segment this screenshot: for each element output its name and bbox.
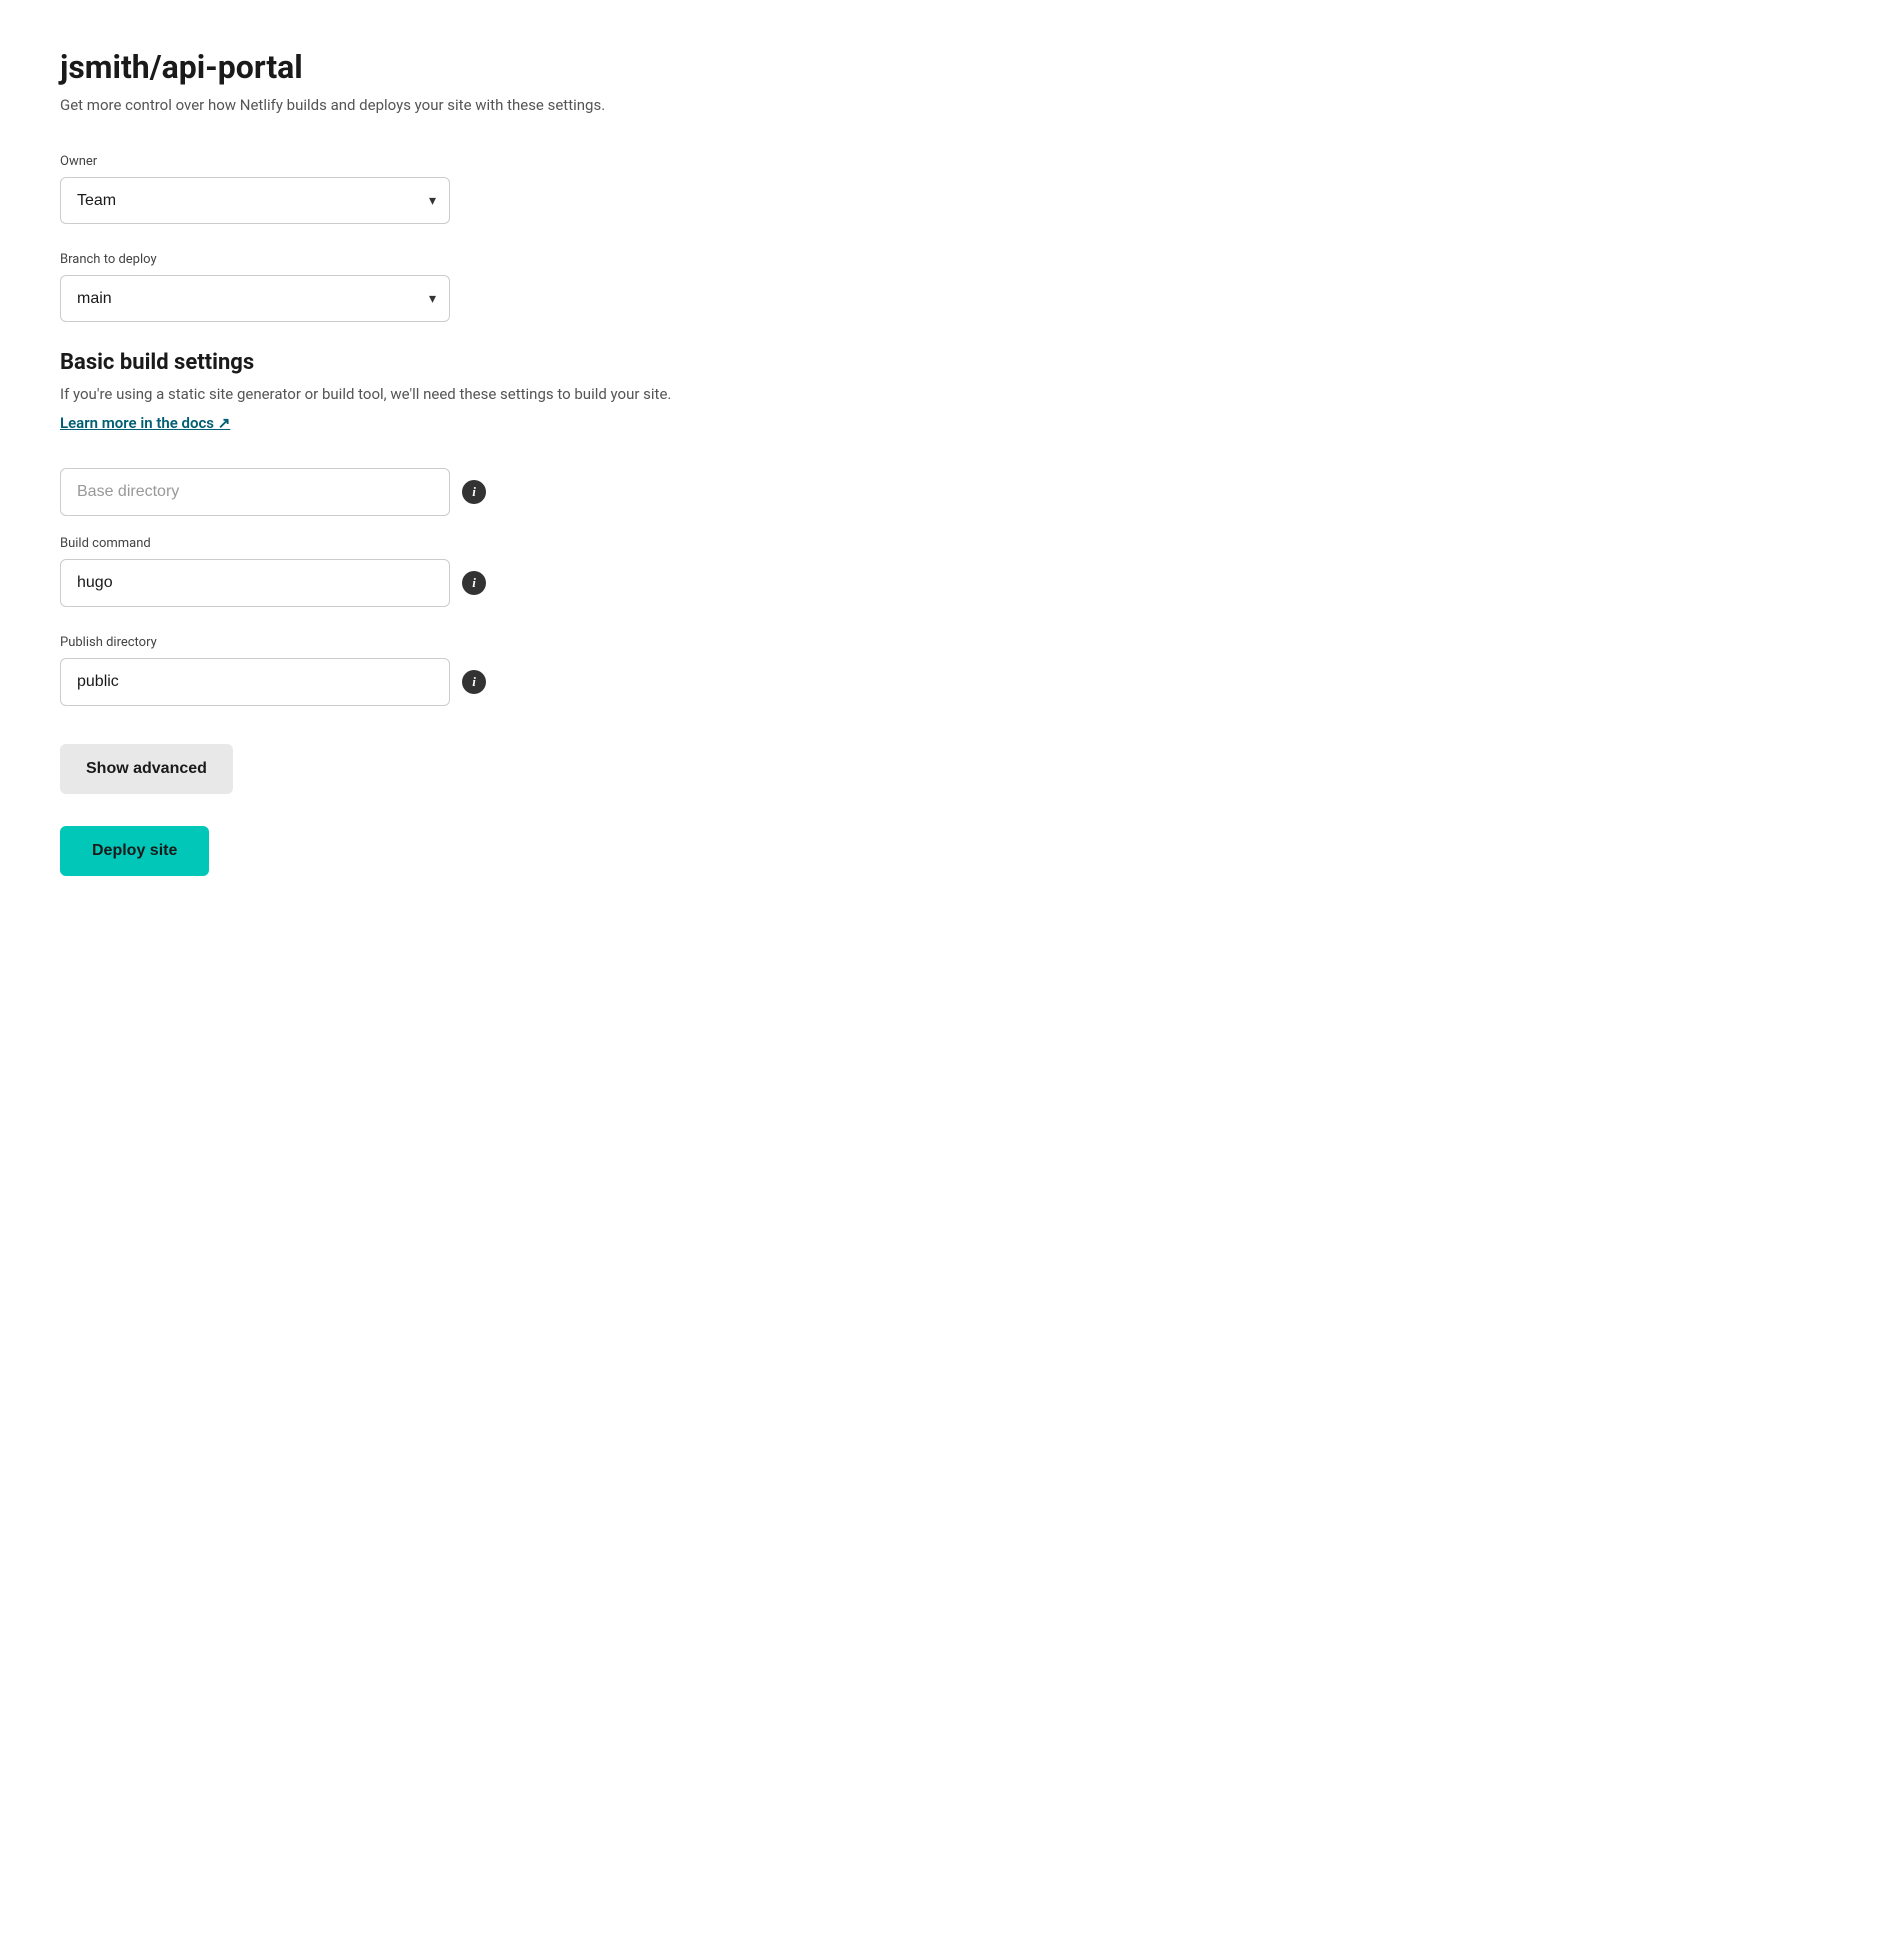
build-command-label: Build command xyxy=(60,536,740,551)
show-advanced-button[interactable]: Show advanced xyxy=(60,744,233,794)
base-directory-input[interactable] xyxy=(60,468,450,516)
branch-label: Branch to deploy xyxy=(60,252,740,267)
owner-field-group: Owner Team ▾ xyxy=(60,154,740,224)
build-command-row: i xyxy=(60,559,740,607)
publish-directory-input[interactable] xyxy=(60,658,450,706)
branch-select[interactable]: main develop staging xyxy=(60,275,450,322)
publish-directory-label: Publish directory xyxy=(60,635,740,650)
build-command-group: Build command i xyxy=(60,536,740,607)
publish-directory-info-icon[interactable]: i xyxy=(462,670,486,694)
page-subtitle: Get more control over how Netlify builds… xyxy=(60,96,740,114)
build-command-input[interactable] xyxy=(60,559,450,607)
owner-label: Owner xyxy=(60,154,740,169)
base-directory-info-icon[interactable]: i xyxy=(462,480,486,504)
action-buttons: Show advanced Deploy site xyxy=(60,734,740,876)
owner-select-wrapper: Team ▾ xyxy=(60,177,450,224)
publish-directory-group: Publish directory i xyxy=(60,635,740,706)
build-settings-subtitle: If you're using a static site generator … xyxy=(60,385,740,403)
branch-select-wrapper: main develop staging ▾ xyxy=(60,275,450,322)
build-settings-title: Basic build settings xyxy=(60,350,740,375)
base-directory-row: i xyxy=(60,468,740,516)
build-command-info-icon[interactable]: i xyxy=(462,571,486,595)
publish-directory-row: i xyxy=(60,658,740,706)
deploy-site-button[interactable]: Deploy site xyxy=(60,826,209,876)
base-directory-group xyxy=(60,468,450,516)
learn-more-link[interactable]: Learn more in the docs ↗ xyxy=(60,414,230,432)
branch-field-group: Branch to deploy main develop staging ▾ xyxy=(60,252,740,322)
page-title: jsmith/api-portal xyxy=(60,48,740,86)
owner-select[interactable]: Team xyxy=(60,177,450,224)
